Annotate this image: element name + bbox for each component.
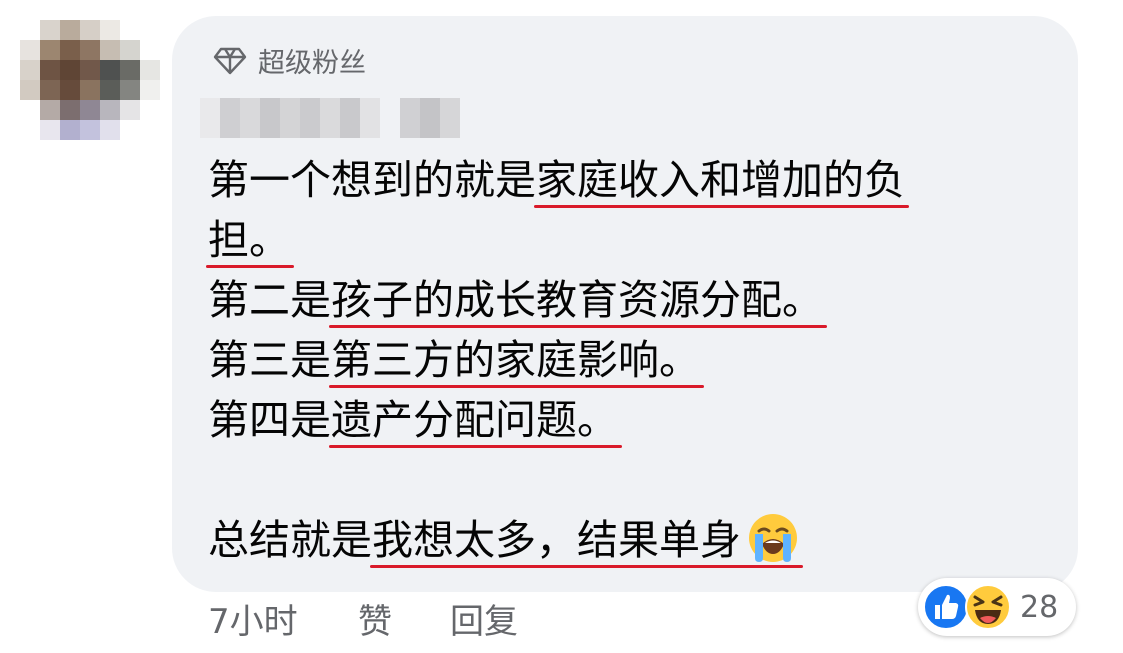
- comment-line-4: 第三是第三方的家庭影响。: [208, 330, 1068, 390]
- reply-button[interactable]: 回复: [450, 600, 518, 644]
- haha-reaction-icon: [965, 584, 1011, 630]
- comment-actions: 7小时 赞 回复: [208, 600, 518, 644]
- underlined-text: 遗产分配问题。: [329, 390, 622, 450]
- diamond-icon: [213, 47, 247, 75]
- underlined-text: 我想太多，结果单身: [370, 510, 803, 570]
- summary-underlined-text: 我想太多，结果单身: [372, 516, 741, 564]
- underlined-text: 家庭收入和增加的负: [534, 150, 909, 210]
- top-fan-badge: 超级粉丝: [212, 40, 366, 80]
- badge-label: 超级粉丝: [258, 47, 366, 79]
- line-text: 第二是: [208, 276, 331, 324]
- line-text: 第四是: [208, 396, 331, 444]
- underlined-text: 孩子的成长教育资源分配。: [329, 270, 827, 330]
- comment-timestamp[interactable]: 7小时: [208, 600, 358, 644]
- line-text: 第三是: [208, 336, 331, 384]
- comment-summary-line: 总结就是我想太多，结果单身: [208, 510, 1068, 570]
- like-reaction-icon: [923, 584, 969, 630]
- crying-face-emoji: [749, 514, 797, 562]
- underlined-text: 担。: [206, 210, 294, 270]
- line-text: 第一个想到的就是: [208, 156, 536, 204]
- line-text: 总结就是: [208, 516, 372, 564]
- commenter-name-blurred[interactable]: [200, 98, 460, 138]
- comment-text: 第一个想到的就是家庭收入和增加的负 担。 第二是孩子的成长教育资源分配。 第三是…: [206, 150, 1068, 570]
- underlined-text: 第三方的家庭影响。: [329, 330, 704, 390]
- comment-line-5: 第四是遗产分配问题。: [208, 390, 1068, 450]
- comment-line-3: 第二是孩子的成长教育资源分配。: [208, 270, 1068, 330]
- avatar[interactable]: [20, 20, 160, 140]
- comment-line-1: 第一个想到的就是家庭收入和增加的负: [208, 150, 1068, 210]
- reaction-count: 28: [1020, 589, 1059, 625]
- comment-line-2: 担。: [206, 210, 1068, 270]
- reactions-summary[interactable]: 28: [918, 578, 1076, 636]
- like-button[interactable]: 赞: [358, 600, 450, 644]
